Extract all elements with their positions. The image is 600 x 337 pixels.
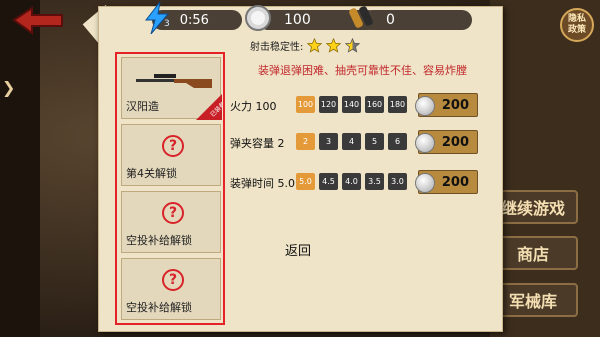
side-chevron-icon[interactable]: ❯ [2, 78, 15, 97]
bullets-count: 0 [386, 12, 395, 28]
reload-time-levels: 5.0 4.5 4.0 3.5 3.0 [296, 173, 407, 190]
silver-coin-icon [415, 173, 435, 193]
lightning-icon [144, 2, 170, 34]
reload-time-label: 装弹时间 5.0 [230, 177, 295, 190]
firepower-levels: 100 120 140 160 180 [296, 96, 407, 113]
upgrade-cost: 200 [441, 174, 469, 190]
stability-label: 射击稳定性: [250, 42, 304, 53]
upgrade-cost: 200 [441, 134, 469, 150]
shop-label: 商店 [516, 245, 549, 264]
stability-row: 射击稳定性: [250, 38, 361, 53]
level-option[interactable]: 5 [365, 133, 384, 150]
silver-coin-icon [245, 5, 271, 31]
level-option[interactable]: 180 [388, 96, 407, 113]
level-option[interactable]: 3.5 [365, 173, 384, 190]
firepower-label: 火力 100 [230, 100, 277, 113]
level-option[interactable]: 6 [388, 133, 407, 150]
upgrade-reload-button[interactable]: 200 [415, 170, 478, 194]
weapon-slot[interactable]: 汉阳造 已装备 [121, 57, 222, 120]
level-option[interactable]: 3 [319, 133, 338, 150]
silver-coin-icon [415, 96, 435, 116]
question-icon: ? [162, 202, 184, 224]
energy-stat: 3 0:56 [144, 2, 242, 34]
privacy-label-top: 隐私 [567, 14, 586, 24]
level-option[interactable]: 4.5 [319, 173, 338, 190]
left-panel-bg [0, 0, 40, 337]
upgrade-firepower-button[interactable]: 200 [415, 93, 478, 117]
level-option[interactable]: 3.0 [388, 173, 407, 190]
silver-count: 100 [284, 12, 311, 28]
energy-timer: 0:56 [179, 12, 209, 28]
star-full-icon [307, 38, 323, 53]
bullets-icon [349, 6, 373, 28]
star-half-icon [345, 38, 361, 53]
privacy-label-bottom: 政策 [567, 25, 586, 35]
continue-game-label: 继续游戏 [500, 199, 565, 218]
upgrade-cost: 200 [441, 97, 469, 113]
weapon-label: 空投补给解锁 [126, 234, 192, 247]
weapon-list: 汉阳造 已装备 ? 第4关解锁 ? 空投补给解锁 ? 空投补给解锁 [115, 52, 225, 325]
upgrade-clip-button[interactable]: 200 [415, 130, 478, 154]
bullets-stat: 0 [349, 6, 472, 32]
back-arrow-icon[interactable] [10, 6, 66, 36]
level-option[interactable]: 140 [342, 96, 361, 113]
level-option[interactable]: 160 [365, 96, 384, 113]
level-option[interactable]: 100 [296, 96, 315, 113]
weapon-label: 空投补给解锁 [126, 301, 192, 314]
return-button[interactable]: 返回 [285, 240, 311, 259]
weapon-slot[interactable]: ? 空投补给解锁 [121, 258, 221, 320]
privacy-policy-button[interactable]: 隐私 政策 [560, 8, 594, 42]
star-full-icon [326, 38, 342, 53]
level-option[interactable]: 2 [296, 133, 315, 150]
equipped-badge-icon: 已装备 [196, 94, 222, 120]
level-option[interactable]: 5.0 [296, 173, 315, 190]
question-icon: ? [162, 135, 184, 157]
armory-label: 军械库 [508, 292, 557, 311]
weapon-slot[interactable]: ? 空投补给解锁 [121, 191, 221, 253]
weapon-label: 汉阳造 [126, 100, 159, 113]
weapon-description: 装弹退弹困难、抽壳可靠性不佳、容易炸膛 [258, 64, 467, 77]
weapon-label: 第4关解锁 [126, 167, 177, 180]
rifle-icon [136, 74, 212, 88]
bullets-pill: 0 [362, 10, 472, 30]
level-option[interactable]: 4 [342, 133, 361, 150]
level-option[interactable]: 120 [319, 96, 338, 113]
silver-coin-icon [415, 133, 435, 153]
clip-capacity-label: 弹夹容量 2 [230, 137, 285, 150]
question-icon: ? [162, 269, 184, 291]
clip-capacity-levels: 2 3 4 5 6 [296, 133, 407, 150]
weapon-slot[interactable]: ? 第4关解锁 [121, 124, 221, 186]
level-option[interactable]: 4.0 [342, 173, 361, 190]
